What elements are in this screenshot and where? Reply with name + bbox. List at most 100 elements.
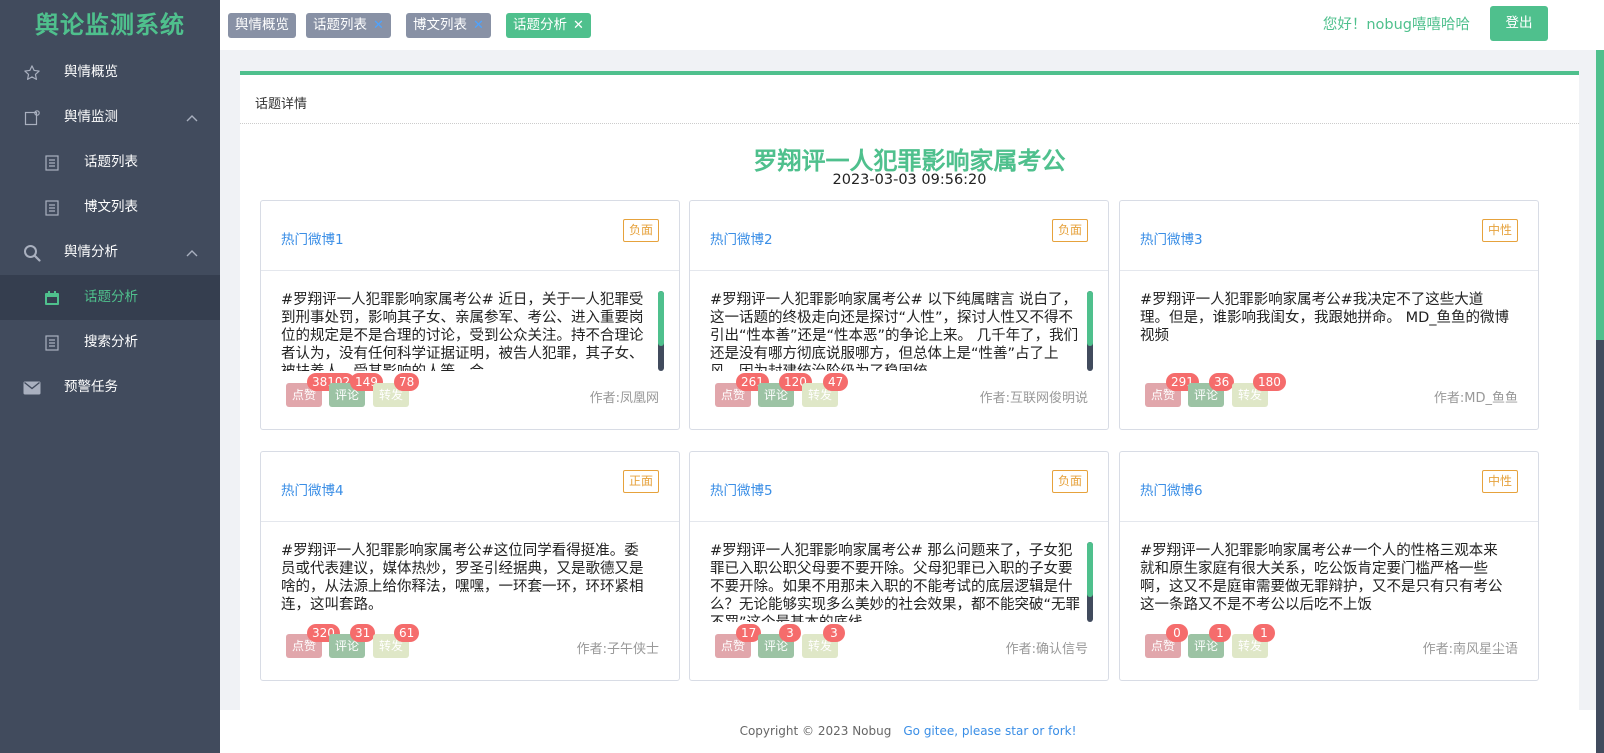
share-stat: 转发 47 (802, 373, 849, 407)
comment-count-badge: 3 (779, 624, 801, 642)
tab-overview[interactable]: 舆情概览 (228, 13, 296, 38)
sidebar-item-analysis[interactable]: 舆情分析 (0, 230, 220, 275)
logout-button[interactable]: 登出 (1490, 6, 1548, 41)
post-content: #罗翔评一人犯罪影响家属考公#这位同学看得挺准。委员或代表建议，媒体热炒，罗圣引… (281, 543, 644, 613)
sentiment-tag: 中性 (1481, 470, 1518, 493)
close-icon[interactable]: ✕ (373, 18, 384, 33)
share-stat: 转发 3 (802, 624, 845, 658)
comment-stat: 评论 31 (329, 624, 376, 658)
post-card: 热门微博1 负面 #罗翔评一人犯罪影响家属考公# 近日，关于一人犯罪受到刑事处罚… (260, 200, 680, 430)
sidebar-item-label: 预警任务 (64, 379, 118, 395)
sidebar-item-overview[interactable]: 舆情概览 (0, 50, 220, 95)
content-scrollbar[interactable] (658, 291, 664, 371)
sidebar-item-topic-analysis[interactable]: 话题分析 (0, 275, 220, 320)
comment-stat: 评论 1 (1188, 624, 1231, 658)
tab-label: 舆情概览 (235, 17, 289, 33)
post-author: 作者:南风星尘语 (1422, 642, 1518, 657)
share-stat: 转发 61 (373, 624, 420, 658)
chevron-up-icon (186, 230, 198, 275)
post-title-link[interactable]: 热门微博4 (281, 479, 344, 499)
sidebar-item-topic-list[interactable]: 话题列表 (0, 140, 220, 185)
card-header: 热门微博3 中性 (1120, 201, 1538, 271)
like-count-badge: 0 (1166, 624, 1188, 642)
comment-stat: 评论 149 (329, 373, 383, 407)
post-author: 作者:MD_鱼鱼 (1433, 391, 1518, 406)
share-count-badge: 180 (1253, 373, 1286, 391)
scrollbar-thumb[interactable] (1087, 291, 1093, 346)
sidebar-item-post-list[interactable]: 博文列表 (0, 185, 220, 230)
sidebar-item-monitor[interactable]: 舆情监测 (0, 95, 220, 140)
post-card: 热门微博4 正面 #罗翔评一人犯罪影响家属考公#这位同学看得挺准。委员或代表建议… (260, 451, 680, 681)
scrollbar-thumb[interactable] (1596, 50, 1604, 340)
like-stat: 点赞 291 (1145, 373, 1199, 407)
comment-stat: 评论 3 (758, 624, 801, 658)
divider (240, 123, 1579, 124)
share-count-badge: 78 (394, 373, 420, 391)
post-title-link[interactable]: 热门微博3 (1140, 228, 1203, 248)
document-icon (42, 140, 62, 185)
topic-timestamp: 2023-03-03 09:56:20 (832, 172, 987, 188)
sidebar-item-search-analysis[interactable]: 搜索分析 (0, 320, 220, 365)
card-header: 热门微博6 中性 (1120, 452, 1538, 522)
sidebar-item-label: 舆情概览 (64, 64, 118, 80)
app-logo: 舆论监测系统 (35, 11, 185, 39)
scrollbar-thumb[interactable] (658, 291, 664, 346)
sentiment-tag: 负面 (1051, 470, 1088, 493)
sidebar-item-label: 搜索分析 (84, 334, 138, 350)
tab-label: 话题列表 (313, 17, 367, 33)
comment-count-badge: 36 (1209, 373, 1235, 391)
card-header: 热门微博4 正面 (261, 452, 679, 522)
close-icon[interactable]: ✕ (573, 18, 584, 33)
sentiment-tag: 中性 (1481, 219, 1518, 242)
post-content: #罗翔评一人犯罪影响家属考公# 以下纯属瞎言 说白了，这一话题的终极走向还是探讨… (710, 292, 1079, 371)
comment-stat: 评论 120 (758, 373, 812, 407)
share-stat: 转发 78 (373, 373, 420, 407)
topic-title: 罗翔评一人犯罪影响家属考公 (753, 147, 1066, 175)
tab-post-list[interactable]: 博文列表 ✕ (406, 13, 491, 38)
sentiment-tag: 负面 (1051, 219, 1088, 242)
content-scrollbar[interactable] (1087, 291, 1093, 371)
tab-topic-list[interactable]: 话题列表 ✕ (306, 13, 391, 38)
gitee-link[interactable]: Go gitee, please star or fork! (903, 724, 1076, 738)
tab-label: 话题分析 (513, 17, 567, 33)
sentiment-tag: 正面 (622, 470, 659, 493)
like-stat: 点赞 0 (1145, 624, 1188, 658)
monitor-icon (22, 95, 42, 140)
scrollbar-thumb[interactable] (1087, 542, 1093, 597)
post-title-link[interactable]: 热门微博2 (710, 228, 773, 248)
post-content: #罗翔评一人犯罪影响家属考公#一个人的性格三观本来就和原生家庭有很大关系，吃公饭… (1140, 543, 1503, 613)
sidebar-item-label: 舆情监测 (64, 109, 118, 125)
panel-title: 话题详情 (255, 97, 308, 112)
content-scrollbar[interactable] (1087, 542, 1093, 622)
comment-count-badge: 31 (350, 624, 376, 642)
comment-stat: 评论 36 (1188, 373, 1235, 407)
post-title-link[interactable]: 热门微博6 (1140, 479, 1203, 499)
like-stat: 点赞 17 (715, 624, 762, 658)
post-card: 热门微博3 中性 #罗翔评一人犯罪影响家属考公#我决定不了这些大道理。但是，谁影… (1119, 200, 1539, 430)
post-author: 作者:子午侠士 (576, 642, 659, 657)
card-header: 热门微博1 负面 (261, 201, 679, 271)
comment-count-badge: 1 (1209, 624, 1231, 642)
search-icon (22, 230, 42, 275)
user-greeting: 您好！nobug嘻嘻哈哈 (1322, 17, 1470, 33)
share-count-badge: 61 (394, 624, 420, 642)
tab-topic-analysis[interactable]: 话题分析 ✕ (506, 13, 591, 38)
like-stat: 点赞 261 (715, 373, 769, 407)
post-card: 热门微博6 中性 #罗翔评一人犯罪影响家属考公#一个人的性格三观本来就和原生家庭… (1119, 451, 1539, 681)
sidebar-item-label: 话题分析 (84, 289, 138, 305)
share-stat: 转发 1 (1232, 624, 1275, 658)
post-author: 作者:互联网俊明说 (979, 391, 1088, 406)
close-icon[interactable]: ✕ (473, 18, 484, 33)
calendar-icon (42, 275, 62, 320)
page-scrollbar[interactable] (1596, 50, 1604, 753)
post-title-link[interactable]: 热门微博5 (710, 479, 773, 499)
share-count-badge: 47 (823, 373, 849, 391)
post-title-link[interactable]: 热门微博1 (281, 228, 344, 248)
post-content: #罗翔评一人犯罪影响家属考公# 近日，关于一人犯罪受到刑事处罚，影响其子女、亲属… (281, 292, 644, 371)
post-author: 作者:确认信号 (1005, 642, 1088, 657)
sidebar-item-alert-tasks[interactable]: 预警任务 (0, 365, 220, 410)
sidebar: 舆论监测系统 舆情概览 舆情监测 话题列表 博文列表 舆情分析 话题分析 搜索分… (0, 0, 220, 753)
post-content: #罗翔评一人犯罪影响家属考公# 那么问题来了，子女犯罪已入职公职父母要不要开除。… (710, 543, 1081, 622)
copyright-text: Copyright © 2023 Nobug (739, 724, 892, 738)
document-icon (42, 320, 62, 365)
